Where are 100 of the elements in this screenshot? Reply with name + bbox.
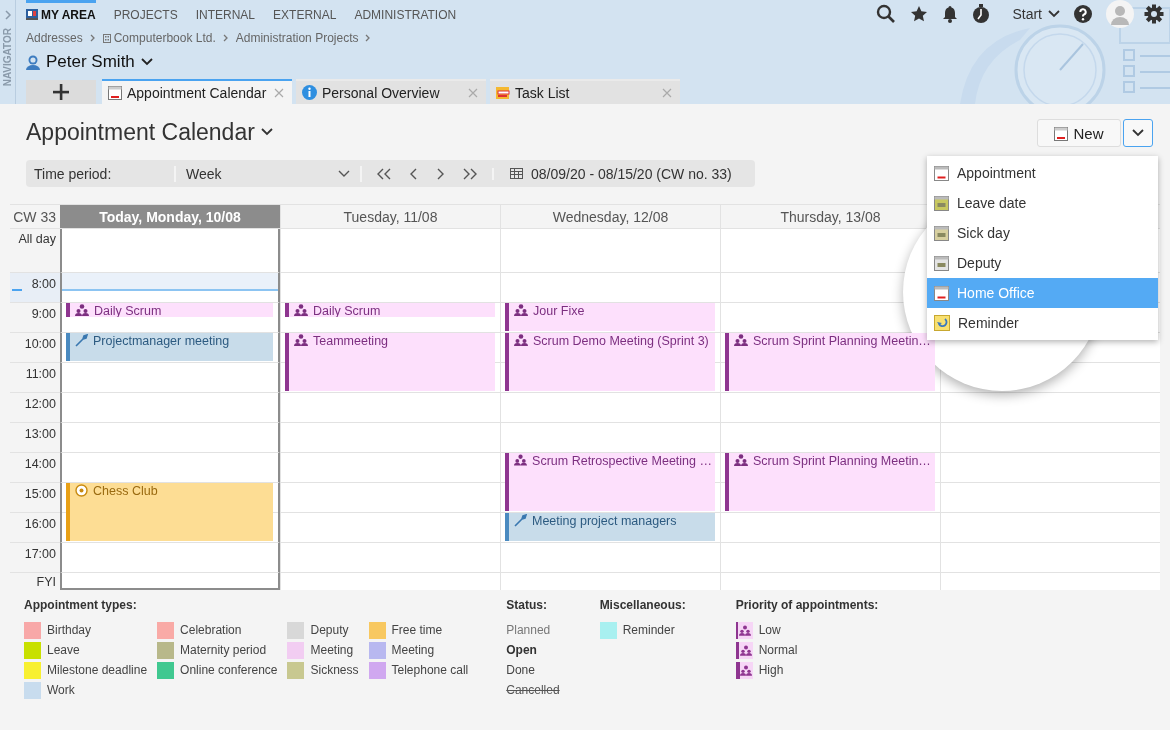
hour-label: 9:00 <box>31 307 56 321</box>
legend-title: Appointment types: <box>24 598 138 612</box>
new-tab-button[interactable] <box>26 80 96 104</box>
chevron-down-icon[interactable] <box>260 128 273 136</box>
status-label: Planned <box>506 622 552 639</box>
legend-label: Free time <box>391 623 443 637</box>
avatar-icon[interactable] <box>1106 0 1134 28</box>
legend-label: Meeting <box>310 643 354 657</box>
event-title: Scrum Demo Meeting (Sprint 3) <box>533 334 709 348</box>
people-icon <box>739 624 752 636</box>
search-icon[interactable] <box>876 4 897 24</box>
event-title: Teammeeting <box>313 334 389 348</box>
tab[interactable]: Task List <box>490 79 680 104</box>
legend-label: Online conference <box>180 663 278 677</box>
legend-title: Priority of appointments: <box>735 598 879 612</box>
all-day-cell[interactable] <box>60 229 280 273</box>
folder-icon <box>496 85 510 100</box>
info-icon <box>302 85 317 100</box>
plus-icon <box>53 84 69 100</box>
calendar-cell[interactable]: Daily Scrum <box>280 303 500 333</box>
legend-label: Celebration <box>180 623 242 637</box>
top-menu-item[interactable]: MY AREA <box>26 0 96 28</box>
double-chevron-left-icon[interactable] <box>376 167 392 180</box>
tab[interactable]: Personal Overview <box>296 79 486 104</box>
breadcrumb-link[interactable]: Addresses <box>26 31 83 45</box>
close-icon[interactable] <box>468 87 478 98</box>
top-menu-item[interactable]: INTERNAL <box>195 0 256 28</box>
settings-icon[interactable] <box>1144 4 1164 24</box>
calendar-event[interactable]: Daily Scrum <box>285 303 495 317</box>
calendar-icon <box>934 255 949 271</box>
calendar-cell[interactable]: Daily Scrum <box>60 303 280 333</box>
legend-label: Telephone call <box>391 663 469 677</box>
hour-label: 13:00 <box>24 427 56 441</box>
calendar-cell[interactable] <box>60 453 280 483</box>
event-title: Jour Fixe <box>533 304 585 318</box>
hour-label: 10:00 <box>24 337 56 351</box>
hour-label: 14:00 <box>24 457 56 471</box>
chevron-right-icon <box>222 34 229 42</box>
legend-title: Status: <box>506 598 548 612</box>
calendar-cell[interactable] <box>60 543 280 573</box>
calendar-cell[interactable] <box>60 273 280 303</box>
breadcrumb-link[interactable]: Administration Projects <box>235 31 359 45</box>
top-menu-item[interactable]: ADMINISTRATION <box>354 0 457 28</box>
top-menu-item[interactable]: PROJECTS <box>113 0 178 28</box>
legend-title: Miscellaneous: <box>599 598 686 612</box>
new-button[interactable]: New <box>1037 119 1121 147</box>
chevron-left-icon[interactable] <box>410 167 418 180</box>
hour-label: 16:00 <box>24 517 56 531</box>
fyi-cell[interactable] <box>60 573 280 590</box>
menu-item[interactable]: Appointment <box>927 158 1158 188</box>
hour-label: 11:00 <box>25 367 56 381</box>
legend-label: Sickness <box>310 663 359 677</box>
top-menu-item[interactable]: EXTERNAL <box>273 0 337 28</box>
menu-item[interactable]: Deputy <box>927 248 1158 278</box>
people-icon <box>294 334 308 346</box>
legend-label: High <box>758 663 784 677</box>
event-title: Scrum Sprint Planning Meetin… <box>753 454 931 468</box>
calendar-cell[interactable] <box>60 423 280 453</box>
table-icon[interactable] <box>510 168 523 179</box>
calendar-icon <box>934 225 949 241</box>
people-icon <box>734 334 748 346</box>
day-header[interactable]: Wednesday, 12/08 <box>500 205 720 229</box>
bell-icon[interactable] <box>942 5 959 23</box>
hour-label: 15:00 <box>24 487 56 501</box>
chevron-right-icon[interactable] <box>436 167 444 180</box>
chevron-down-icon[interactable] <box>140 58 153 66</box>
calendar-icon <box>934 165 949 181</box>
status-label: Open <box>506 642 538 659</box>
help-icon[interactable] <box>1074 5 1092 23</box>
date-range[interactable]: 08/09/20 - 08/15/20 (CW no. 33) <box>531 165 732 182</box>
dropdown-button[interactable] <box>1123 119 1153 147</box>
stopwatch-icon[interactable] <box>972 4 991 24</box>
tab[interactable]: Appointment Calendar <box>102 79 292 104</box>
people-icon <box>514 304 528 316</box>
calendar-event[interactable]: Daily Scrum <box>66 303 273 317</box>
event-title: Meeting project managers <box>532 514 677 528</box>
legend-label: Meeting <box>391 643 435 657</box>
start-menu-button[interactable]: Start <box>1012 6 1060 22</box>
user-name-button[interactable]: Peter Smith <box>46 52 135 72</box>
legend-label: Leave <box>47 643 80 657</box>
legend-label: Maternity period <box>180 643 267 657</box>
calendar-icon <box>108 85 122 100</box>
event-title: Daily Scrum <box>313 304 381 317</box>
wrench-icon <box>75 334 88 347</box>
star-icon[interactable] <box>910 5 929 23</box>
navigator-label: NAVIGATOR <box>1 28 14 87</box>
close-icon[interactable] <box>274 87 284 98</box>
legend-label: Birthday <box>47 623 92 637</box>
legend-label: Normal <box>758 643 798 657</box>
double-chevron-right-icon[interactable] <box>462 167 478 180</box>
breadcrumb-link[interactable]: Computerbook Ltd. <box>102 31 216 45</box>
page-title: Appointment Calendar <box>26 118 255 146</box>
day-header[interactable]: Tuesday, 11/08 <box>280 205 500 229</box>
close-icon[interactable] <box>662 87 672 98</box>
calendar-cell[interactable] <box>60 393 280 423</box>
calendar-cell[interactable] <box>60 363 280 393</box>
people-icon <box>514 334 528 346</box>
people-icon <box>294 304 308 316</box>
period-select[interactable]: Week <box>176 165 362 182</box>
chevron-down-icon <box>1048 10 1060 18</box>
